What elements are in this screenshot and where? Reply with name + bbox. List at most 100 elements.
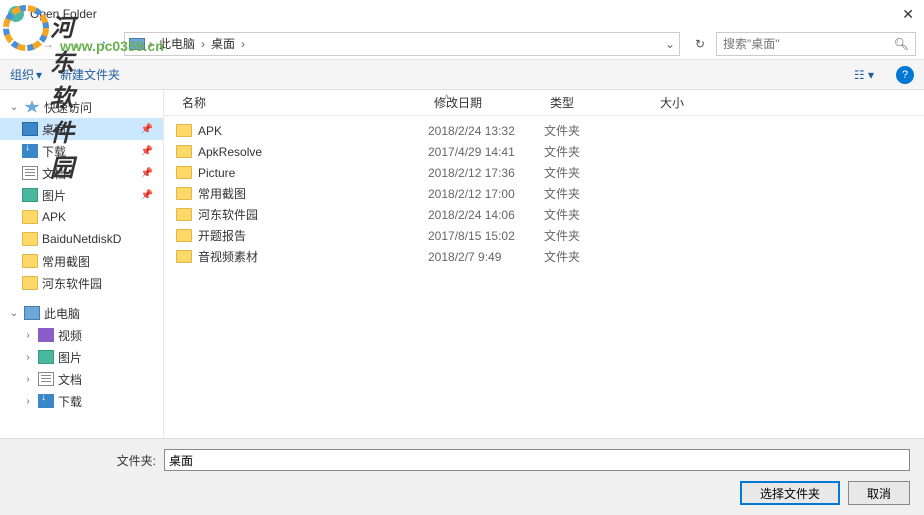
breadcrumb-item[interactable]: 桌面 [209, 35, 237, 52]
folder-icon [22, 232, 38, 246]
breadcrumb-dropdown-icon[interactable]: ⌄ [665, 37, 675, 51]
sidebar-downloads2[interactable]: ›下载 [0, 390, 163, 412]
chevron-right-icon: › [149, 37, 153, 51]
folder-icon [176, 124, 192, 137]
column-type[interactable]: 类型 [544, 94, 654, 111]
pin-icon: 📌 [141, 124, 153, 135]
pc-icon [129, 38, 145, 50]
file-type: 文件夹 [544, 143, 654, 160]
file-name: APK [198, 124, 428, 138]
file-date: 2017/4/29 14:41 [428, 145, 544, 159]
folder-icon [22, 254, 38, 268]
file-type: 文件夹 [544, 164, 654, 181]
file-name: ApkResolve [198, 145, 428, 159]
dialog-footer: 文件夹: 选择文件夹 取消 [0, 438, 924, 515]
document-icon [22, 166, 38, 180]
download-icon [22, 144, 38, 158]
chevron-right-icon: › [201, 37, 205, 51]
file-type: 文件夹 [544, 206, 654, 223]
folder-input[interactable] [164, 449, 910, 471]
sidebar-pictures[interactable]: 图片📌 [0, 184, 163, 206]
chevron-down-icon: ▾ [36, 68, 42, 82]
sidebar-hedong[interactable]: 河东软件园 [0, 272, 163, 294]
sidebar-downloads[interactable]: 下载📌 [0, 140, 163, 162]
file-name: 河东软件园 [198, 206, 428, 223]
column-headers: 名称 修改日期 类型 大小 [164, 90, 924, 116]
nav-history-dropdown[interactable]: ⌄ [64, 32, 88, 56]
chevron-right-icon: › [241, 37, 245, 51]
breadcrumb-item[interactable]: 此电脑 [157, 35, 197, 52]
help-button[interactable]: ? [896, 66, 914, 84]
file-list: APK2018/2/24 13:32文件夹ApkResolve2017/4/29… [164, 116, 924, 271]
search-input[interactable] [723, 37, 894, 51]
file-row[interactable]: APK2018/2/24 13:32文件夹 [176, 120, 924, 141]
breadcrumb[interactable]: › 此电脑 › 桌面 › ⌄ [124, 32, 680, 56]
new-folder-button[interactable]: 新建文件夹 [60, 66, 120, 83]
folder-icon [176, 229, 192, 242]
file-row[interactable]: Picture2018/2/12 17:36文件夹 [176, 162, 924, 183]
folder-icon [176, 166, 192, 179]
sidebar-documents[interactable]: 文档📌 [0, 162, 163, 184]
search-icon[interactable]: 🔍︎ [894, 37, 909, 51]
sidebar-this-pc[interactable]: ⌄此电脑 [0, 302, 163, 324]
folder-icon [176, 208, 192, 221]
folder-label: 文件夹: [14, 452, 164, 469]
organize-button[interactable]: 组织 ▾ [10, 66, 42, 83]
folder-icon [176, 187, 192, 200]
folder-icon [176, 250, 192, 263]
file-row[interactable]: 常用截图2018/2/12 17:00文件夹 [176, 183, 924, 204]
file-row[interactable]: 河东软件园2018/2/24 14:06文件夹 [176, 204, 924, 225]
folder-icon [176, 145, 192, 158]
pin-icon: 📌 [141, 168, 153, 179]
select-folder-button[interactable]: 选择文件夹 [740, 481, 840, 505]
file-type: 文件夹 [544, 185, 654, 202]
file-type: 文件夹 [544, 227, 654, 244]
file-name: 常用截图 [198, 185, 428, 202]
file-name: 开题报告 [198, 227, 428, 244]
nav-forward-button[interactable]: → [36, 32, 60, 56]
toolbar: 组织 ▾ 新建文件夹 ☷ ▾ ? [0, 60, 924, 90]
file-type: 文件夹 [544, 248, 654, 265]
sort-indicator-icon: ˄ [444, 92, 449, 102]
search-box[interactable]: 🔍︎ [716, 32, 916, 56]
file-row[interactable]: 音视频素材2018/2/7 9:49文件夹 [176, 246, 924, 267]
pictures-icon [22, 188, 38, 202]
file-row[interactable]: ApkResolve2017/4/29 14:41文件夹 [176, 141, 924, 162]
cancel-button[interactable]: 取消 [848, 481, 910, 505]
star-icon [24, 100, 40, 114]
nav-up-button[interactable]: ↑ [92, 32, 116, 56]
file-name: Picture [198, 166, 428, 180]
sidebar-screenshots[interactable]: 常用截图 [0, 250, 163, 272]
column-size[interactable]: 大小 [654, 94, 734, 111]
file-date: 2017/8/15 15:02 [428, 229, 544, 243]
sidebar-videos[interactable]: ›视频 [0, 324, 163, 346]
pin-icon: 📌 [141, 146, 153, 157]
file-date: 2018/2/7 9:49 [428, 250, 544, 264]
file-date: 2018/2/24 13:32 [428, 124, 544, 138]
folder-icon [22, 210, 38, 224]
close-icon[interactable]: ✕ [902, 6, 914, 23]
pictures-icon [38, 350, 54, 364]
refresh-button[interactable]: ↻ [688, 32, 712, 56]
video-icon [38, 328, 54, 342]
nav-bar: ← → ⌄ ↑ › 此电脑 › 桌面 › ⌄ ↻ 🔍︎ [0, 28, 924, 60]
sidebar-quick-access[interactable]: ⌄快速访问 [0, 96, 163, 118]
sidebar-documents2[interactable]: ›文档 [0, 368, 163, 390]
file-area: ˄ 名称 修改日期 类型 大小 APK2018/2/24 13:32文件夹Apk… [164, 90, 924, 460]
file-row[interactable]: 开题报告2017/8/15 15:02文件夹 [176, 225, 924, 246]
file-date: 2018/2/12 17:36 [428, 166, 544, 180]
document-icon [38, 372, 54, 386]
column-name[interactable]: 名称 [176, 94, 428, 111]
nav-back-button[interactable]: ← [8, 32, 32, 56]
sidebar-baidu[interactable]: BaiduNetdiskD [0, 228, 163, 250]
title-bar: Open Folder ✕ [0, 0, 924, 28]
sidebar-apk[interactable]: APK [0, 206, 163, 228]
folder-icon [22, 276, 38, 290]
file-name: 音视频素材 [198, 248, 428, 265]
sidebar-pictures2[interactable]: ›图片 [0, 346, 163, 368]
view-mode-button[interactable]: ☷ ▾ [850, 68, 878, 82]
window-title: Open Folder [30, 7, 97, 21]
pin-icon: 📌 [141, 190, 153, 201]
download-icon [38, 394, 54, 408]
sidebar-desktop[interactable]: 桌面📌 [0, 118, 163, 140]
